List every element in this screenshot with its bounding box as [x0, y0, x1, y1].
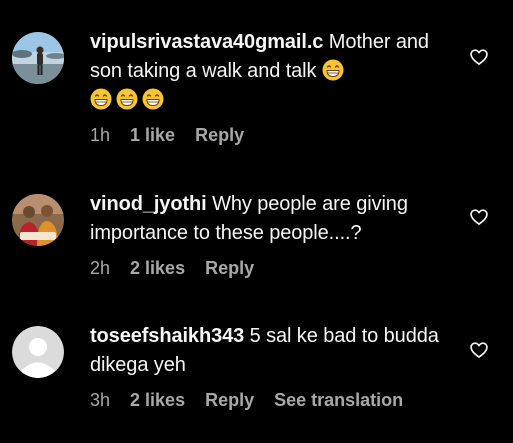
heart-icon[interactable] [469, 340, 489, 360]
comment-item: toseefshaikh343 5 sal ke bad to budda di… [0, 322, 513, 432]
comment-body: vipulsrivastava40gmail.c Mother and son … [90, 28, 455, 146]
grinning-face-emoji [116, 88, 138, 110]
avatar[interactable] [12, 32, 64, 84]
comment-username[interactable]: vinod_jyothi [90, 193, 207, 215]
reply-button[interactable]: Reply [205, 258, 254, 279]
heart-icon[interactable] [469, 47, 489, 67]
reply-button[interactable]: Reply [205, 390, 254, 411]
comment-likes[interactable]: 2 likes [130, 390, 185, 411]
see-translation-button[interactable]: See translation [274, 390, 403, 411]
comment-likes[interactable]: 2 likes [130, 258, 185, 279]
comment-text-block: toseefshaikh343 5 sal ke bad to budda di… [90, 322, 455, 380]
comment-text-block: vinod_jyothi Why people are giving impor… [90, 190, 455, 248]
grinning-face-emoji [322, 59, 344, 81]
comment-meta: 1h 1 like Reply [90, 125, 455, 146]
comment-time: 3h [90, 390, 111, 410]
comment-item: vinod_jyothi Why people are giving impor… [0, 190, 513, 300]
comment-text-block: vipulsrivastava40gmail.c Mother and son … [90, 28, 455, 115]
avatar[interactable] [12, 326, 64, 378]
comment-username[interactable]: toseefshaikh343 [90, 325, 244, 347]
comment-time: 1h [90, 125, 111, 145]
avatar[interactable] [12, 194, 64, 246]
comment-body: toseefshaikh343 5 sal ke bad to budda di… [90, 322, 455, 411]
grinning-face-emoji [142, 88, 164, 110]
comment-time: 2h [90, 258, 111, 278]
comment-likes[interactable]: 1 like [130, 125, 175, 146]
comment-username[interactable]: vipulsrivastava40gmail.c [90, 31, 323, 53]
default-avatar-icon [12, 326, 64, 378]
avatar-photo-person-lakeside [12, 32, 64, 84]
grinning-face-emoji [90, 88, 112, 110]
comment-meta: 3h 2 likes Reply See translation [90, 390, 455, 411]
comment-meta: 2h 2 likes Reply [90, 258, 455, 279]
comment-item: vipulsrivastava40gmail.c Mother and son … [0, 28, 513, 168]
comment-body: vinod_jyothi Why people are giving impor… [90, 190, 455, 279]
avatar-photo-couple [12, 194, 64, 246]
heart-icon[interactable] [469, 207, 489, 227]
reply-button[interactable]: Reply [195, 125, 244, 146]
